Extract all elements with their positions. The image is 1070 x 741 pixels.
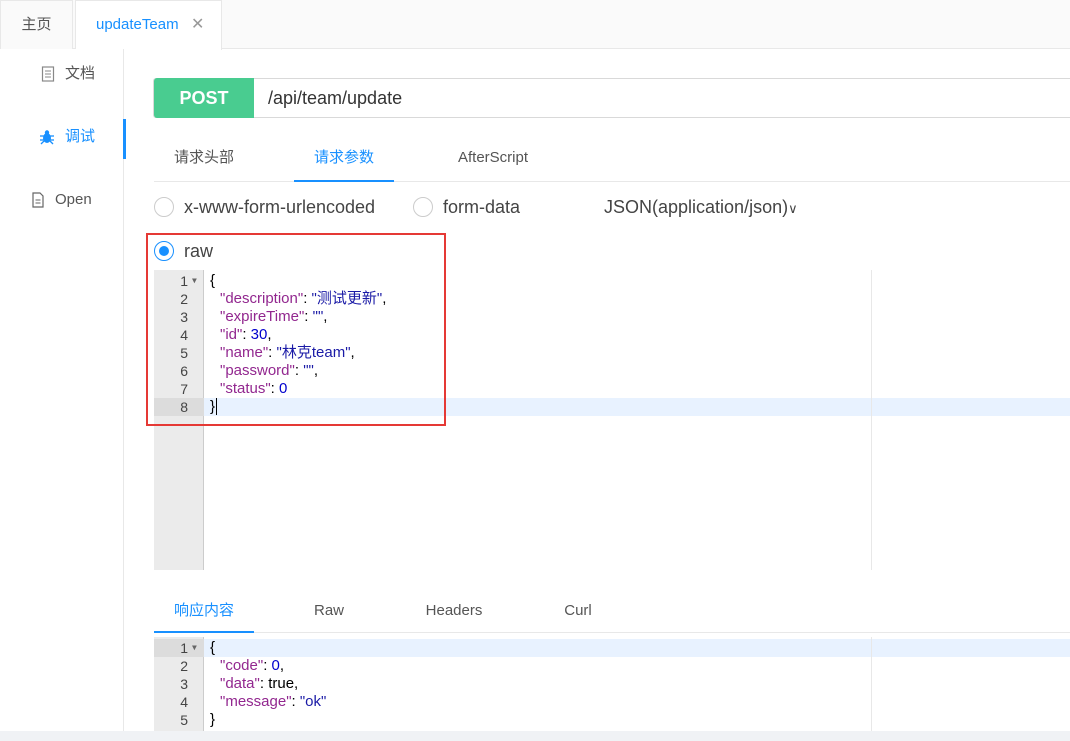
tab-raw[interactable]: Raw: [294, 591, 364, 635]
code-line: "expireTime": "",: [220, 308, 328, 325]
radio-circle[interactable]: [413, 197, 433, 217]
line-number: 5: [180, 712, 188, 728]
radio-label: form-data: [443, 197, 521, 217]
line-number: 5: [180, 345, 188, 361]
radio-label: raw: [184, 241, 214, 261]
code-line: }: [210, 398, 218, 415]
content-type-value: JSON(application/json): [604, 197, 789, 217]
sidebar-item-label: 文档: [65, 65, 96, 82]
sidebar-item-label: Open: [55, 191, 92, 208]
line-number: 1: [180, 640, 188, 656]
line-number: 1: [180, 273, 188, 289]
code-line: "data": true,: [220, 675, 299, 692]
code-line: "description": "测试更新",: [220, 290, 387, 307]
code-line: {: [210, 272, 216, 289]
sidebar-item-label: 调试: [65, 128, 96, 145]
code-line: {: [210, 639, 216, 656]
line-number: 7: [180, 381, 188, 397]
line-number: 4: [180, 327, 188, 343]
file-icon: [32, 192, 44, 208]
print-margin: [871, 270, 872, 570]
active-line-highlight: [204, 398, 1070, 416]
tab-request-headers[interactable]: 请求头部: [154, 138, 254, 182]
tab-update-team[interactable]: updateTeam ✕: [75, 0, 222, 50]
sidebar-item-docs[interactable]: 文档: [0, 54, 124, 94]
print-margin: [871, 637, 872, 731]
response-body-editor[interactable]: 1 ▼ 2 3 4 5 { "code": 0, "data": true, "…: [154, 637, 1070, 731]
sidebar: 文档 调试 Open: [0, 49, 126, 741]
response-tabs: 响应内容 Raw Headers Curl: [154, 591, 1070, 633]
code-line: "id": 30,: [220, 326, 272, 343]
code-line: "code": 0,: [220, 657, 285, 674]
top-tab-bar: 主页 updateTeam ✕: [0, 0, 1070, 50]
tab-afterscript[interactable]: AfterScript: [434, 138, 552, 182]
fold-arrow-icon[interactable]: ▼: [192, 643, 197, 652]
request-tabs: 请求头部 请求参数 AfterScript: [154, 138, 1070, 182]
tab-update-team-label: updateTeam: [96, 16, 179, 33]
code-line: }: [210, 711, 216, 728]
close-icon[interactable]: ✕: [191, 1, 204, 49]
radio-circle[interactable]: [154, 197, 174, 217]
chevron-down-icon: ∨: [788, 201, 798, 216]
line-number: 3: [180, 676, 188, 692]
line-number: 6: [180, 363, 188, 379]
bottom-scrollbar[interactable]: [0, 731, 1070, 741]
content-type-select[interactable]: JSON(application/json)∨: [604, 196, 798, 220]
text-cursor: [216, 398, 218, 415]
line-number: 2: [180, 658, 188, 674]
bug-icon: [40, 130, 54, 145]
code-line: "message": "ok": [220, 693, 327, 710]
radio-label: x-www-form-urlencoded: [184, 197, 376, 217]
url-input[interactable]: /api/team/update: [268, 79, 402, 117]
radio-circle[interactable]: [154, 241, 174, 261]
sidebar-item-open[interactable]: Open: [0, 180, 124, 220]
active-line-highlight: [204, 639, 1070, 657]
document-icon: [41, 66, 55, 82]
tab-curl[interactable]: Curl: [548, 591, 608, 635]
tab-headers[interactable]: Headers: [414, 591, 494, 635]
tab-response-content[interactable]: 响应内容: [154, 591, 254, 633]
request-body-editor[interactable]: 1 ▼ 2 3 4 5 6 7 8 { "description": "测试更新…: [154, 270, 1070, 570]
code-line: "password": "",: [220, 362, 319, 379]
line-number: 2: [180, 291, 188, 307]
sidebar-item-debug[interactable]: 调试: [0, 117, 126, 159]
line-number: 8: [180, 399, 188, 415]
url-bar: POST /api/team/update: [153, 78, 1070, 118]
line-number: 3: [180, 309, 188, 325]
code-line: "status": 0: [220, 380, 288, 397]
code-line: "name": "林克team",: [220, 344, 355, 361]
line-number: 4: [180, 694, 188, 710]
fold-arrow-icon[interactable]: ▼: [192, 276, 197, 285]
method-badge[interactable]: POST: [154, 78, 254, 118]
tab-request-params[interactable]: 请求参数: [294, 138, 394, 182]
tab-home[interactable]: 主页: [0, 0, 73, 49]
